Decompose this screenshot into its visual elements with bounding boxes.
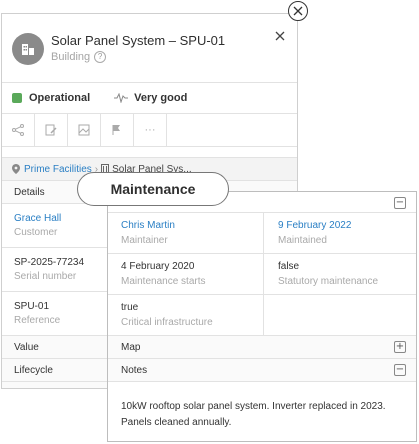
location-pin-icon (12, 164, 20, 174)
critical-infrastructure-value: true (121, 302, 139, 313)
share-button[interactable] (2, 114, 35, 146)
asset-title: Solar Panel System – SPU-01 (51, 33, 226, 48)
asset-type-label: Building (51, 51, 91, 63)
operational-status-icon (12, 93, 22, 103)
status-row: Operational Very good (2, 82, 297, 113)
field-statutory-maintenance: false Statutory maintenance (263, 254, 416, 295)
flag-button[interactable] (101, 114, 134, 146)
critical-infrastructure-label: Critical infrastructure (121, 317, 213, 328)
field-maintained: 9 February 2022 Maintained (263, 213, 416, 254)
map-section[interactable]: Map + (108, 336, 416, 359)
help-icon[interactable]: ? (94, 51, 107, 63)
map-icon (78, 124, 90, 136)
notes-label: Notes (121, 364, 148, 376)
statutory-maintenance-value: false (278, 261, 300, 272)
edit-icon (45, 124, 57, 136)
maintainer-label: Maintainer (121, 235, 168, 246)
map-label: Map (121, 341, 141, 353)
field-maintenance-starts: 4 February 2020 Maintenance starts (108, 254, 263, 295)
field-empty (263, 295, 416, 336)
building-avatar (12, 33, 44, 65)
maintenance-callout: Maintenance (77, 172, 229, 206)
asset-type: Building ? (51, 51, 107, 63)
more-button[interactable]: ··· (134, 114, 167, 146)
close-panel-button[interactable] (288, 1, 308, 21)
field-maintainer: Chris Martin Maintainer (108, 213, 263, 254)
panel-header: Solar Panel System – SPU-01 Building ? (2, 14, 297, 82)
maintained-label: Maintained (278, 235, 327, 246)
field-critical-infrastructure: true Critical infrastructure (108, 295, 263, 336)
collapse-notes-icon[interactable]: − (394, 364, 406, 376)
more-icon: ··· (144, 124, 156, 136)
health-status: Very good (134, 92, 188, 104)
action-toolbar: ··· (2, 113, 297, 146)
maintenance-fields: Chris Martin Maintainer 9 February 2022 … (108, 212, 416, 336)
map-button[interactable] (68, 114, 101, 146)
expand-map-icon[interactable]: + (394, 341, 406, 353)
share-icon (12, 124, 24, 136)
close-icon[interactable] (275, 28, 285, 44)
notes-text: 10kW rooftop solar panel system. Inverte… (121, 401, 386, 428)
notes-section[interactable]: Notes − (108, 359, 416, 382)
health-pulse-icon (114, 93, 129, 103)
edit-button[interactable] (35, 114, 68, 146)
close-icon (293, 6, 303, 16)
divider (2, 146, 297, 157)
statutory-maintenance-label: Statutory maintenance (278, 276, 379, 287)
maintenance-popover: − Chris Martin Maintainer 9 February 202… (107, 191, 417, 442)
maintained-value[interactable]: 9 February 2022 (278, 220, 416, 231)
operational-status: Operational (29, 92, 91, 104)
flag-icon (112, 125, 120, 135)
breadcrumb-root[interactable]: Prime Facilities (24, 164, 92, 175)
collapse-maintenance-icon[interactable]: − (394, 197, 406, 209)
maintainer-value[interactable]: Chris Martin (121, 220, 263, 231)
building-icon (22, 44, 34, 55)
maintenance-starts-label: Maintenance starts (121, 276, 206, 287)
maintenance-starts-value: 4 February 2020 (121, 261, 195, 272)
